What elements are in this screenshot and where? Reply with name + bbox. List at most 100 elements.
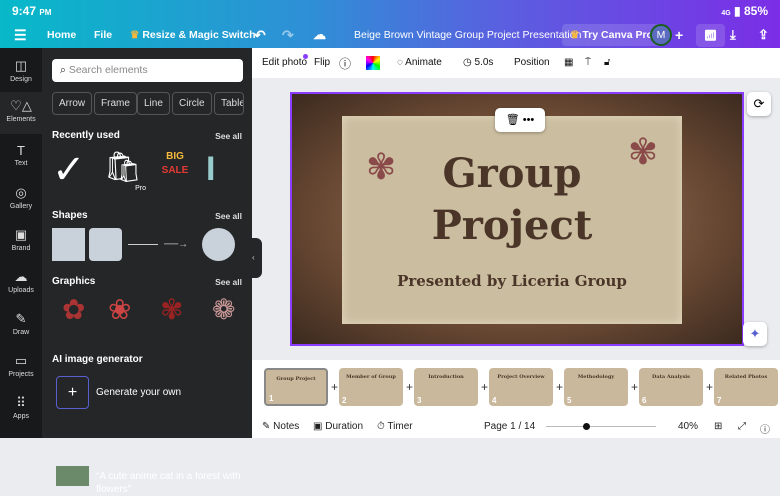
sidebar-item-gallery[interactable]: ◎ Gallery bbox=[0, 185, 42, 210]
thumb-title: Methodology bbox=[577, 374, 615, 380]
document-title[interactable]: Beige Brown Vintage Group Project Presen… bbox=[354, 29, 581, 41]
add-people-icon[interactable]: + bbox=[675, 27, 683, 43]
duration-label: 5.0s bbox=[474, 57, 494, 68]
magic-icon[interactable]: ✦ bbox=[743, 322, 767, 346]
thumb-number: 3 bbox=[417, 396, 422, 405]
page-indicator[interactable]: Page 1 / 14 bbox=[484, 421, 535, 432]
redo-icon[interactable]: ↷ bbox=[282, 27, 294, 44]
label: Draw bbox=[12, 329, 30, 336]
analytics-icon[interactable]: 📶︎ bbox=[696, 23, 726, 47]
sidebar-item-elements[interactable]: ♡△ Elements bbox=[0, 92, 42, 134]
cat-thumbnail[interactable] bbox=[56, 466, 89, 486]
lock-icon[interactable]: 🔓︎ bbox=[604, 57, 610, 68]
timer-button[interactable]: ⏱︎ Timer bbox=[377, 421, 413, 432]
shopping-bag-element[interactable]: 🛍︎ Pro bbox=[104, 150, 146, 192]
prompt-example[interactable]: “A cute anime cat in a forest with flowe… bbox=[96, 470, 246, 496]
share-icon[interactable]: ⇪ bbox=[758, 27, 769, 43]
refresh-icon[interactable]: ⟳ bbox=[747, 92, 771, 116]
peony-graphic[interactable]: ✾ bbox=[160, 293, 202, 335]
info-icon[interactable]: ⓘ bbox=[339, 55, 351, 72]
line-shape[interactable] bbox=[128, 244, 158, 245]
more-icon[interactable]: ••• bbox=[523, 114, 535, 126]
edit-photo-button[interactable]: Edit photo bbox=[262, 57, 307, 68]
big-sale-element[interactable]: BIG SALE bbox=[154, 150, 196, 192]
download-icon[interactable]: ⤓ bbox=[730, 27, 736, 43]
sidebar-item-apps[interactable]: ⠿ Apps bbox=[0, 395, 42, 420]
cloud-sync-icon[interactable]: ☁ bbox=[313, 27, 326, 43]
paint-roller-icon[interactable]: ⍑ bbox=[585, 57, 591, 68]
add-page-icon[interactable]: + bbox=[331, 380, 338, 394]
thumb-number: 7 bbox=[717, 396, 722, 405]
slide-subtitle[interactable]: Presented by Liceria Group bbox=[342, 272, 682, 290]
grid-view-icon[interactable]: ⊞ bbox=[714, 421, 722, 432]
see-all-shapes[interactable]: See all bbox=[215, 211, 242, 221]
position-button[interactable]: Position bbox=[514, 57, 550, 68]
notes-button[interactable]: ✎ Notes bbox=[262, 421, 299, 432]
animate-button[interactable]: ◌ Animate bbox=[397, 57, 442, 68]
new-dot bbox=[303, 54, 308, 59]
thumbnail-4[interactable]: Project Overview 4 bbox=[489, 368, 553, 406]
thumbnail-1[interactable]: Group Project 1 bbox=[264, 368, 328, 406]
letter-i-element[interactable]: I bbox=[206, 150, 248, 192]
thumbnail-5[interactable]: Methodology 5 bbox=[564, 368, 628, 406]
thumbnail-6[interactable]: Data Analysis 6 bbox=[639, 368, 703, 406]
transparency-icon[interactable]: ▦ bbox=[564, 57, 573, 68]
thumbnail-3[interactable]: Introduction 3 bbox=[414, 368, 478, 406]
square-shape[interactable] bbox=[52, 228, 85, 261]
try-pro-button[interactable]: ♛ Try Canva Pro bbox=[562, 24, 661, 46]
see-all-recent[interactable]: See all bbox=[215, 131, 242, 141]
color-icon[interactable] bbox=[366, 56, 380, 70]
slide-title-line2[interactable]: Project bbox=[342, 202, 682, 249]
duration-button[interactable]: ◷ 5.0s bbox=[463, 57, 493, 68]
sidebar-item-draw[interactable]: ✎ Draw bbox=[0, 311, 42, 336]
zoom-slider[interactable] bbox=[546, 426, 656, 427]
sidebar-item-text[interactable]: T Text bbox=[0, 143, 42, 167]
sidebar-item-design[interactable]: ◫ Design bbox=[0, 58, 42, 83]
fullscreen-icon[interactable]: ⤢ bbox=[738, 421, 746, 432]
undo-icon[interactable]: ↶ bbox=[254, 27, 266, 44]
try-pro-label: Try Canva Pro bbox=[582, 29, 653, 41]
add-page-icon[interactable]: + bbox=[706, 380, 713, 394]
add-page-icon[interactable]: + bbox=[481, 380, 488, 394]
rose-graphic[interactable]: ❀ bbox=[108, 293, 150, 335]
thumbnail-7[interactable]: Related Photos 7 bbox=[714, 368, 778, 406]
resize-button[interactable]: ♛ Resize & Magic Switch bbox=[130, 29, 256, 41]
home-button[interactable]: Home bbox=[47, 29, 76, 41]
chip-circle[interactable]: Circle bbox=[172, 92, 212, 115]
collapse-panel-handle[interactable]: ‹ bbox=[252, 238, 262, 278]
chip-arrow[interactable]: Arrow bbox=[52, 92, 93, 115]
see-all-graphics[interactable]: See all bbox=[215, 277, 242, 287]
file-button[interactable]: File bbox=[94, 29, 112, 41]
chip-line[interactable]: Line bbox=[137, 92, 170, 115]
chip-table[interactable]: Table bbox=[214, 92, 244, 115]
arrow-shape[interactable]: ──→ bbox=[164, 239, 188, 250]
sidebar-item-brand[interactable]: ▣ Brand bbox=[0, 227, 42, 252]
sidebar-item-uploads[interactable]: ☁ Uploads bbox=[0, 269, 42, 294]
flip-button[interactable]: Flip bbox=[314, 57, 330, 68]
pro-badge: Pro bbox=[135, 185, 146, 192]
zoom-level[interactable]: 40% bbox=[678, 421, 698, 432]
element-actions[interactable]: 🗑︎ ••• bbox=[495, 108, 545, 132]
zoom-slider-knob[interactable] bbox=[583, 423, 590, 430]
add-page-icon[interactable]: + bbox=[631, 380, 638, 394]
chip-frame[interactable]: Frame bbox=[94, 92, 137, 115]
help-icon[interactable]: ⓘ bbox=[760, 421, 770, 436]
generate-label[interactable]: Generate your own bbox=[96, 387, 181, 398]
rounded-square-shape[interactable] bbox=[89, 228, 122, 261]
generate-button[interactable]: + bbox=[56, 376, 89, 409]
menu-icon[interactable]: ☰ bbox=[14, 27, 27, 44]
search-input[interactable]: ⌕ Search elements bbox=[52, 59, 243, 82]
add-page-icon[interactable]: + bbox=[406, 380, 413, 394]
orchid-graphic[interactable]: ❁ bbox=[212, 293, 254, 335]
thumbnail-2[interactable]: Member of Group 2 bbox=[339, 368, 403, 406]
flower-graphic[interactable]: ✿ bbox=[62, 293, 104, 335]
circle-shape[interactable] bbox=[202, 228, 235, 261]
duration-toggle[interactable]: ▣ Duration bbox=[313, 421, 363, 432]
sidebar-item-projects[interactable]: ▭ Projects bbox=[0, 353, 42, 378]
slide-title-line1[interactable]: Group bbox=[342, 150, 682, 197]
label: Apps bbox=[13, 413, 29, 420]
avatar[interactable]: M bbox=[650, 24, 672, 46]
add-page-icon[interactable]: + bbox=[556, 380, 563, 394]
checkmark-element[interactable]: ✓ bbox=[52, 150, 94, 192]
trash-icon[interactable]: 🗑︎ bbox=[506, 114, 520, 126]
